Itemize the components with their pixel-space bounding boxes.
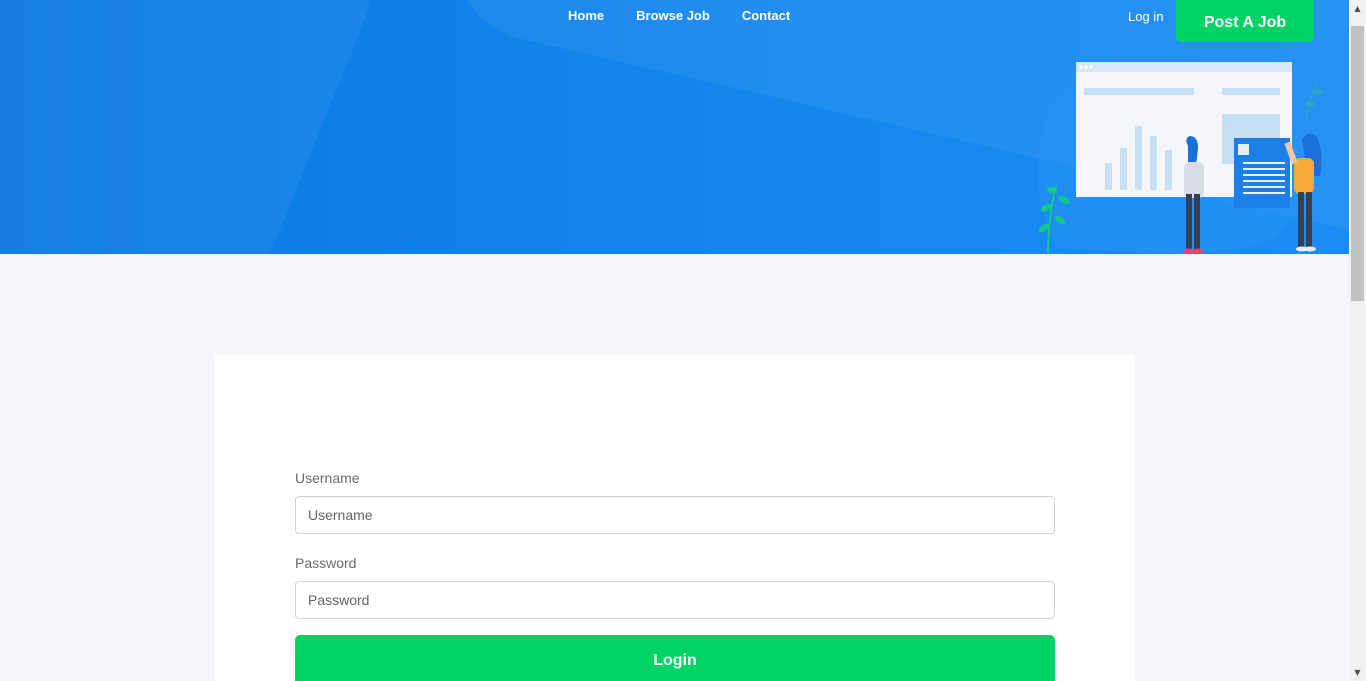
username-label: Username	[295, 470, 360, 486]
login-card: Username Password Login	[215, 355, 1135, 681]
username-input[interactable]	[295, 496, 1055, 534]
dashboard-illustration-icon	[1038, 62, 1323, 254]
password-input[interactable]	[295, 581, 1055, 619]
password-label: Password	[295, 555, 357, 571]
login-button[interactable]: Login	[295, 635, 1055, 681]
nav-item-contact[interactable]: Contact	[726, 8, 806, 24]
nav-item-home[interactable]: Home	[552, 8, 620, 24]
chevron-up-icon[interactable]: ▲	[1349, 0, 1366, 17]
page-scrollbar[interactable]: ▲ ▼	[1349, 0, 1366, 681]
scrollbar-thumb[interactable]	[1351, 26, 1364, 301]
hero-decor-shape	[0, 0, 392, 254]
post-job-button[interactable]: Post A Job	[1176, 0, 1314, 42]
nav-item-browse-job[interactable]: Browse Job	[620, 8, 726, 24]
chevron-down-icon[interactable]: ▼	[1349, 664, 1366, 681]
main-nav: Home Browse Job Contact	[552, 8, 806, 24]
login-link[interactable]: Log in	[1128, 9, 1163, 25]
page: Home Browse Job Contact Log in Post A Jo…	[0, 0, 1349, 681]
hero-banner: Home Browse Job Contact Log in Post A Jo…	[0, 0, 1349, 254]
